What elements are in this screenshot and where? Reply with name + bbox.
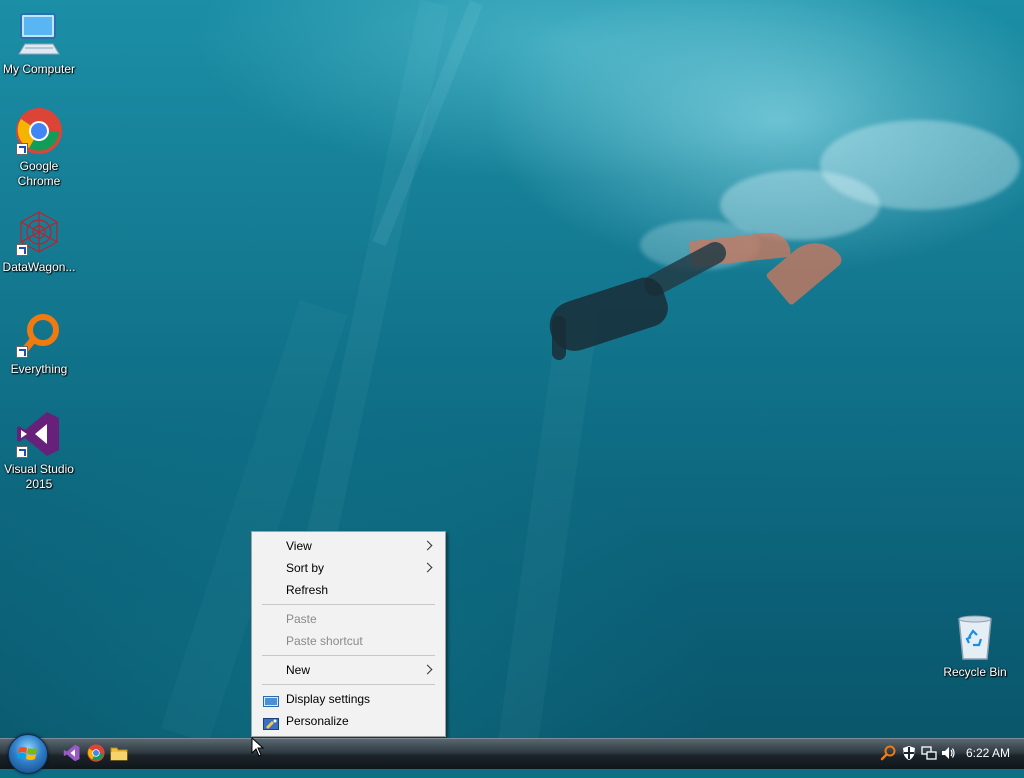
desktop-icon-label: Recycle Bin [943, 665, 1007, 679]
menu-item-label: Personalize [286, 714, 349, 728]
tray-network[interactable] [921, 745, 937, 761]
tray-everything[interactable] [880, 745, 896, 761]
diver-arm [552, 316, 566, 360]
light-ray [497, 300, 600, 738]
desktop-icon-visual-studio[interactable]: Visual Studio 2015 [0, 410, 79, 492]
menu-item-label: Paste shortcut [286, 634, 363, 648]
menu-item-label: Refresh [286, 583, 329, 597]
personalize-icon [263, 715, 279, 730]
tray-security[interactable] [901, 745, 917, 761]
desktop-background[interactable]: My Computer Google Chrome DataWagon... E… [0, 0, 1024, 738]
submenu-arrow-icon [422, 540, 433, 551]
taskbar-file-explorer[interactable] [110, 744, 128, 762]
start-button[interactable] [8, 734, 48, 774]
shortcut-arrow-icon [16, 244, 28, 256]
menu-separator [262, 684, 435, 685]
shortcut-arrow-icon [16, 346, 28, 358]
taskbar-chrome[interactable] [87, 744, 105, 762]
menu-item-personalize[interactable]: Personalize [254, 710, 443, 732]
menu-item-paste[interactable]: Paste [254, 608, 443, 630]
network-icon [921, 746, 937, 760]
desktop-icon-recycle-bin[interactable]: Recycle Bin [935, 613, 1015, 680]
taskbar-clock[interactable]: 6:22 AM [966, 745, 1010, 761]
visual-studio-icon [63, 744, 80, 762]
tray-volume[interactable] [940, 745, 956, 761]
desktop-context-menu: View Sort by Refresh Paste Paste shortcu… [251, 531, 446, 737]
menu-item-label: Sort by [286, 561, 325, 575]
desktop-icon-google-chrome[interactable]: Google Chrome [0, 107, 79, 189]
everything-search-icon [880, 745, 896, 761]
menu-item-label: New [286, 663, 311, 677]
windows-start-orb-icon [17, 747, 37, 760]
mouse-cursor-icon [251, 736, 265, 757]
menu-item-new[interactable]: New [254, 659, 443, 681]
everything-search-icon [15, 310, 63, 358]
menu-item-label: Paste [286, 612, 317, 626]
security-shield-icon [903, 746, 915, 760]
desktop-icon-label: Visual Studio 2015 [4, 462, 74, 491]
menu-separator [262, 604, 435, 605]
shortcut-arrow-icon [16, 446, 28, 458]
desktop-icon-label: Google Chrome [17, 159, 61, 188]
menu-item-label: Display settings [286, 692, 371, 706]
shortcut-arrow-icon [16, 143, 28, 155]
desktop-icon-label: Everything [10, 362, 68, 376]
datawagon-icon [15, 208, 63, 256]
desktop-icon-label: DataWagon... [2, 260, 76, 274]
desktop-icon-everything[interactable]: Everything [0, 310, 79, 377]
submenu-arrow-icon [422, 562, 433, 573]
taskbar [0, 738, 1024, 769]
visual-studio-icon [15, 410, 63, 458]
desktop-icon-label: My Computer [2, 62, 76, 76]
display-settings-icon [263, 693, 279, 707]
submenu-arrow-icon [422, 664, 433, 675]
desktop-icon-datawagon[interactable]: DataWagon... [0, 208, 79, 275]
menu-item-label: View [286, 539, 312, 553]
volume-icon [942, 747, 955, 759]
menu-item-paste-shortcut[interactable]: Paste shortcut [254, 630, 443, 652]
menu-item-view[interactable]: View [254, 535, 443, 557]
menu-item-display-settings[interactable]: Display settings [254, 688, 443, 710]
chrome-icon [87, 744, 105, 762]
menu-separator [262, 655, 435, 656]
taskbar-visual-studio[interactable] [63, 744, 81, 762]
recycle-bin-icon [951, 613, 999, 661]
menu-item-refresh[interactable]: Refresh [254, 579, 443, 601]
file-explorer-icon [110, 747, 128, 761]
desktop-icon-my-computer[interactable]: My Computer [0, 10, 79, 77]
menu-item-sort-by[interactable]: Sort by [254, 557, 443, 579]
chrome-icon [15, 107, 63, 155]
computer-icon [15, 10, 63, 58]
